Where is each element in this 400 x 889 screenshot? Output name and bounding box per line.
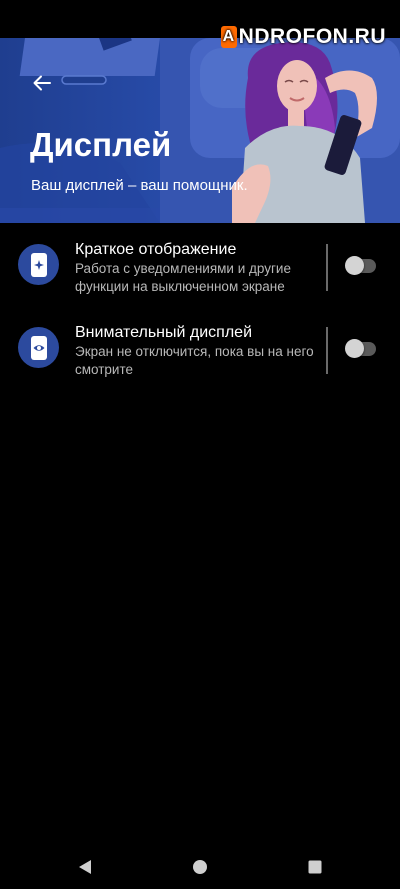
navigation-bar [0,840,400,889]
setting-description: Работа с уведомлениями и другие функции … [75,261,291,294]
setting-description: Экран не отключится, пока вы на него смо… [75,344,314,377]
toggle-thumb [345,339,364,358]
setting-title: Внимательный дисплей [75,324,253,341]
setting-attentive-display[interactable]: Внимательный дисплей Экран не отключится… [0,315,400,385]
page-title: Дисплей [30,126,172,163]
home-circle-icon [193,860,207,874]
phone-eye-icon [18,327,59,368]
setting-peek-display[interactable]: Краткое отображение Работа с уведомления… [0,232,400,302]
watermark-logo-box: A [220,26,237,48]
nav-back-button[interactable] [75,857,95,877]
watermark-logo: A NDROFON.RU [220,25,386,49]
page-subtitle: Ваш дисплей – ваш помощник. [31,177,248,194]
watermark-text: NDROFON.RU [238,25,386,48]
peek-display-toggle[interactable] [345,256,376,275]
row-divider [326,327,328,374]
back-triangle-icon [79,860,91,874]
toggle-thumb [345,256,364,275]
setting-title: Краткое отображение [75,241,237,258]
row-divider [326,244,328,291]
nav-home-button[interactable] [190,857,210,877]
recents-square-icon [308,860,322,874]
attentive-display-toggle[interactable] [345,339,376,358]
back-button[interactable] [28,69,56,97]
phone-sparkle-icon [18,244,59,285]
nav-recents-button[interactable] [305,857,325,877]
arrow-left-icon [33,75,51,91]
header-banner: Дисплей Ваш дисплей – ваш помощник. [0,38,400,223]
